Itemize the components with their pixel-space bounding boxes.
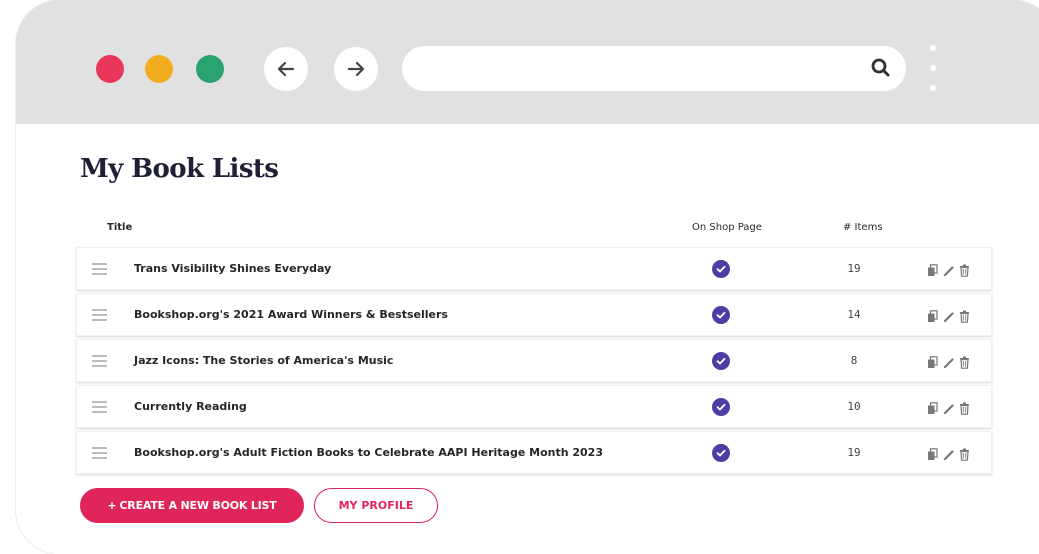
row-actions xyxy=(927,400,970,415)
drag-handle-icon[interactable] xyxy=(92,447,107,459)
plus-icon: + xyxy=(107,499,117,512)
back-arrow-icon xyxy=(277,61,295,77)
row-actions xyxy=(927,446,970,461)
pencil-icon[interactable] xyxy=(943,400,954,415)
search-icon xyxy=(871,58,890,77)
copy-icon[interactable] xyxy=(927,308,938,322)
column-header-on-shop-page: On Shop Page xyxy=(692,222,762,233)
my-profile-label: MY PROFILE xyxy=(338,499,414,512)
item-count: 19 xyxy=(847,446,861,459)
address-bar[interactable] xyxy=(402,46,906,91)
browser-window: My Book Lists Title On Shop Page # Items… xyxy=(16,0,1039,554)
trash-icon[interactable] xyxy=(959,262,970,277)
create-book-list-button[interactable]: + CREATE A NEW BOOK LIST xyxy=(80,488,304,523)
drag-handle-icon[interactable] xyxy=(92,263,107,275)
back-button[interactable] xyxy=(264,47,308,91)
trash-icon[interactable] xyxy=(959,446,970,461)
page-title: My Book Lists xyxy=(80,154,279,184)
forward-button[interactable] xyxy=(334,47,378,91)
checkmark-icon xyxy=(712,259,730,278)
checkmark-icon xyxy=(712,351,730,370)
row-actions xyxy=(927,354,970,369)
kebab-menu-icon[interactable] xyxy=(928,45,938,95)
pencil-icon[interactable] xyxy=(943,354,954,369)
copy-icon[interactable] xyxy=(927,400,938,414)
column-header-title: Title xyxy=(107,222,133,233)
minimize-window-button[interactable] xyxy=(145,55,173,83)
create-book-list-label: CREATE A NEW BOOK LIST xyxy=(119,499,277,512)
checkmark-icon xyxy=(712,443,730,462)
row-actions xyxy=(927,308,970,323)
pencil-icon[interactable] xyxy=(943,308,954,323)
page-content: My Book Lists Title On Shop Page # Items… xyxy=(16,124,1039,554)
trash-icon[interactable] xyxy=(959,400,970,415)
drag-handle-icon[interactable] xyxy=(92,401,107,413)
table-row[interactable]: Currently Reading 10 xyxy=(76,385,992,428)
drag-handle-icon[interactable] xyxy=(92,355,107,367)
item-count: 10 xyxy=(847,400,861,413)
copy-icon[interactable] xyxy=(927,262,938,276)
table-row[interactable]: Trans Visibility Shines Everyday 19 xyxy=(76,247,992,290)
list-title[interactable]: Trans Visibility Shines Everyday xyxy=(134,262,331,275)
copy-icon[interactable] xyxy=(927,446,938,460)
table-row[interactable]: Jazz Icons: The Stories of America's Mus… xyxy=(76,339,992,382)
table-row[interactable]: Bookshop.org's Adult Fiction Books to Ce… xyxy=(76,431,992,474)
row-actions xyxy=(927,262,970,277)
maximize-window-button[interactable] xyxy=(196,55,224,83)
checkmark-icon xyxy=(712,305,730,324)
trash-icon[interactable] xyxy=(959,354,970,369)
search-button[interactable] xyxy=(868,55,894,81)
book-list-table: Trans Visibility Shines Everyday 19 Book… xyxy=(76,247,992,477)
table-row[interactable]: Bookshop.org's 2021 Award Winners & Best… xyxy=(76,293,992,336)
item-count: 8 xyxy=(850,354,858,367)
forward-arrow-icon xyxy=(347,61,365,77)
my-profile-button[interactable]: MY PROFILE xyxy=(314,488,438,523)
list-title[interactable]: Jazz Icons: The Stories of America's Mus… xyxy=(134,354,393,367)
pencil-icon[interactable] xyxy=(943,262,954,277)
trash-icon[interactable] xyxy=(959,308,970,323)
checkmark-icon xyxy=(712,397,730,416)
list-title[interactable]: Bookshop.org's Adult Fiction Books to Ce… xyxy=(134,446,603,459)
item-count: 14 xyxy=(847,308,861,321)
list-title[interactable]: Currently Reading xyxy=(134,400,247,413)
copy-icon[interactable] xyxy=(927,354,938,368)
list-title[interactable]: Bookshop.org's 2021 Award Winners & Best… xyxy=(134,308,448,321)
close-window-button[interactable] xyxy=(96,55,124,83)
browser-toolbar xyxy=(16,0,1039,124)
drag-handle-icon[interactable] xyxy=(92,309,107,321)
column-header-items: # Items xyxy=(843,222,883,233)
pencil-icon[interactable] xyxy=(943,446,954,461)
item-count: 19 xyxy=(847,262,861,275)
